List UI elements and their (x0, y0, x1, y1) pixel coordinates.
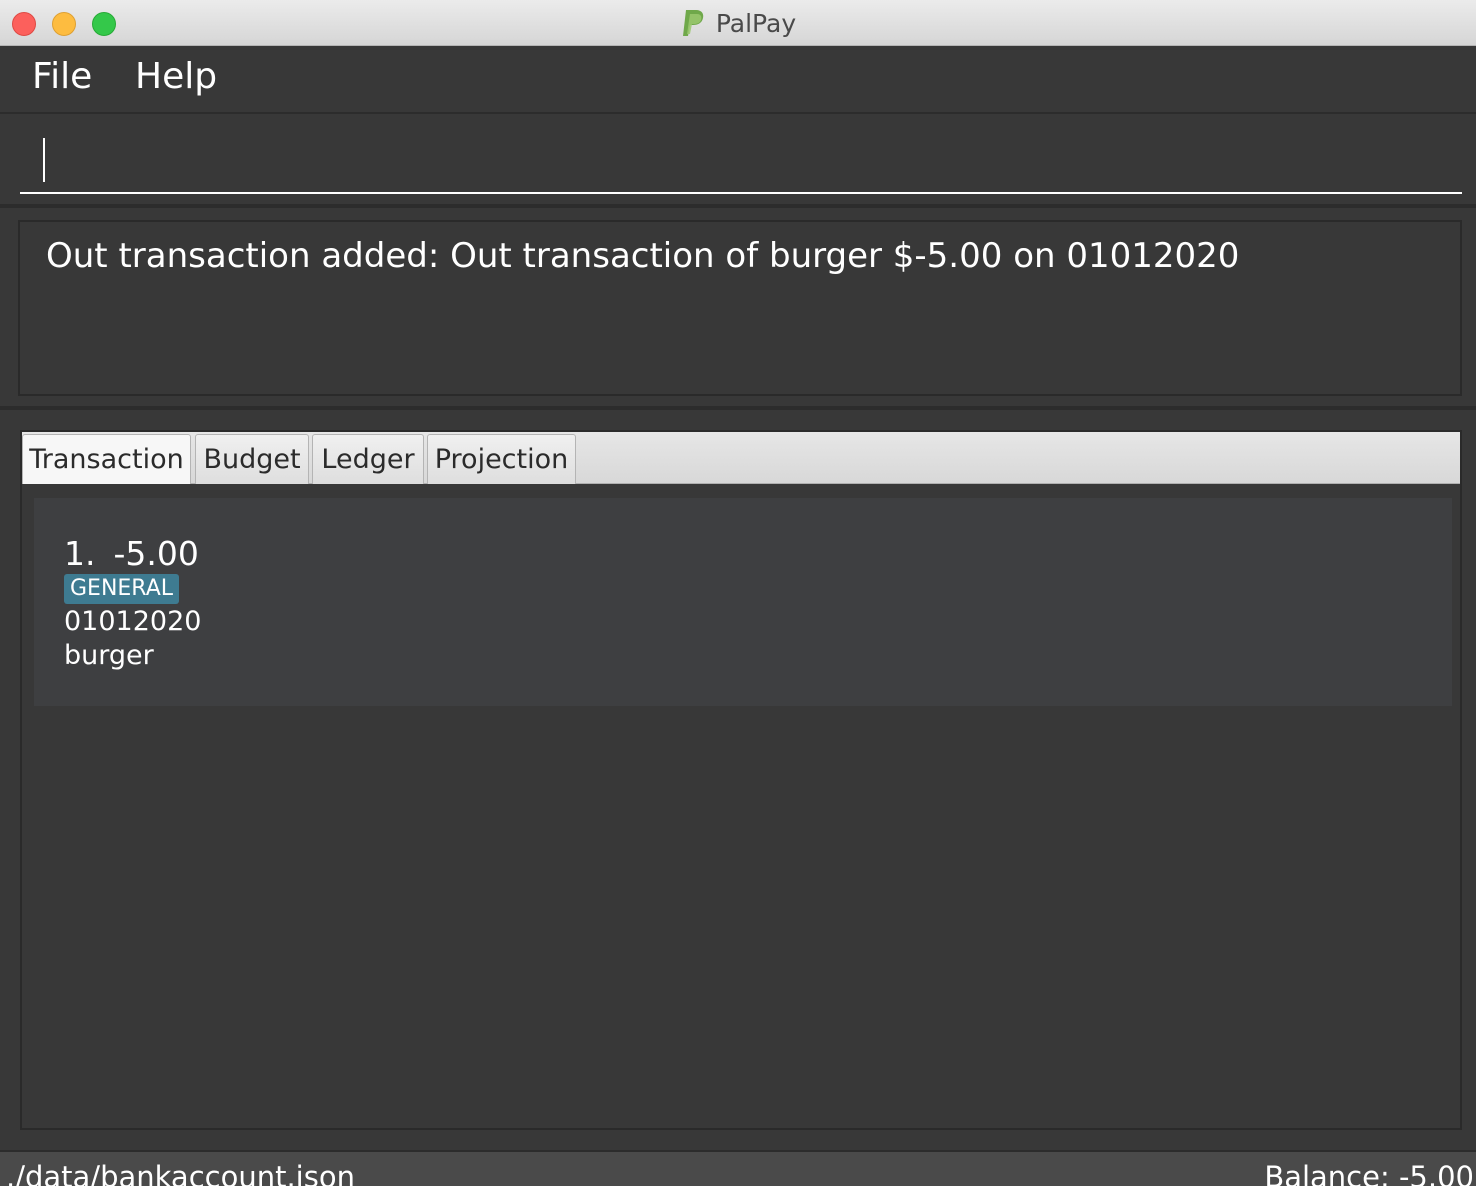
menu-bar: File Help (0, 46, 1476, 114)
tab-pane: Transaction Budget Ledger Projection 1. -… (20, 430, 1462, 1130)
tab-budget[interactable]: Budget (195, 434, 309, 484)
command-box (0, 114, 1476, 208)
transaction-index: 1. (64, 534, 96, 573)
menu-file[interactable]: File (32, 56, 92, 97)
title-bar: PalPay (0, 0, 1476, 46)
section-divider (0, 406, 1476, 410)
status-balance: Balance: -5.00 (1264, 1160, 1474, 1186)
paypal-logo-icon (682, 10, 704, 36)
title-wrap: PalPay (0, 0, 1476, 46)
palpay-window: PalPay File Help Out transaction added: … (0, 0, 1476, 1186)
tab-projection[interactable]: Projection (427, 434, 576, 484)
transaction-amount: -5.00 (113, 534, 199, 573)
tab-transaction[interactable]: Transaction (22, 434, 191, 484)
transaction-date: 01012020 (64, 606, 202, 637)
status-bar: ./data/bankaccount.json Balance: -5.00 (0, 1150, 1476, 1186)
result-message: Out transaction added: Out transaction o… (46, 236, 1240, 276)
category-badge: GENERAL (64, 574, 180, 604)
menu-help[interactable]: Help (135, 56, 217, 97)
result-display: Out transaction added: Out transaction o… (18, 220, 1462, 396)
transaction-title: 1. -5.00 (64, 534, 199, 573)
window-title: PalPay (715, 8, 797, 38)
text-caret (43, 138, 45, 182)
status-file-path: ./data/bankaccount.json (6, 1160, 355, 1186)
tab-ledger[interactable]: Ledger (312, 434, 424, 484)
transaction-card[interactable]: 1. -5.00 GENERAL 01012020 burger (34, 498, 1452, 706)
command-input[interactable] (20, 134, 1462, 194)
tab-header: Transaction Budget Ledger Projection (22, 432, 1460, 484)
transaction-description: burger (64, 640, 154, 671)
